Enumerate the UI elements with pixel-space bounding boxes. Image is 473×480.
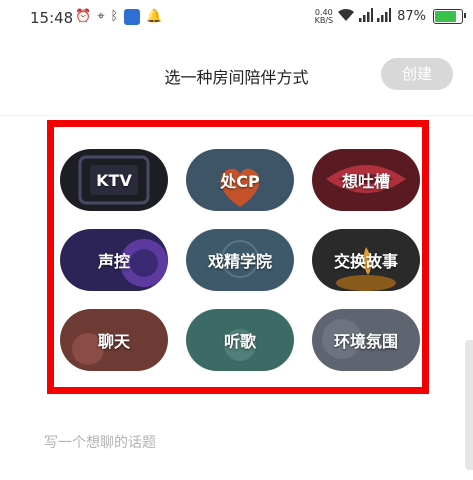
- battery-percent: 87%: [397, 9, 426, 24]
- header-divider: [0, 115, 473, 116]
- mode-label: 戏精学院: [207, 252, 272, 271]
- mode-label: 声控: [97, 252, 130, 271]
- mode-cp[interactable]: 处CP: [186, 149, 294, 211]
- mode-label: 环境氛围: [333, 332, 398, 351]
- mode-drama[interactable]: 戏精学院: [186, 229, 294, 291]
- mode-music[interactable]: 听歌: [186, 309, 294, 371]
- mode-label: KTV: [96, 170, 132, 190]
- mode-ktv[interactable]: KTV: [60, 149, 168, 211]
- status-bar: 15:48 ⏰ ⌖ ᛒ 🔔 0.40 KB/S 87%: [0, 0, 473, 34]
- mode-grid: KTV 处CP 想吐槽 声控 戏精学院 交换故事 聊天 听歌 环境氛围: [54, 127, 422, 387]
- status-icons-left: ⏰ ⌖ ᛒ 🔔: [75, 8, 163, 26]
- mode-voice[interactable]: 声控: [60, 229, 168, 291]
- bell-icon: 🔔: [146, 9, 163, 24]
- battery-level: [435, 11, 456, 22]
- topic-input[interactable]: [44, 428, 424, 458]
- location-icon: ⌖: [97, 9, 105, 24]
- status-icons-right: 0.40 KB/S 87%: [314, 7, 466, 25]
- alarm-icon: ⏰: [75, 9, 92, 24]
- create-button[interactable]: 创建: [381, 58, 453, 90]
- mode-label: 想吐槽: [341, 172, 390, 191]
- mode-label: 聊天: [97, 332, 130, 351]
- battery-icon: [433, 9, 466, 24]
- network-speed: 0.40 KB/S: [314, 7, 334, 25]
- app-notification-icon: [124, 9, 141, 25]
- mode-label: 处CP: [220, 172, 260, 191]
- signal-icon-2: [377, 8, 392, 25]
- mode-story-exchange[interactable]: 交换故事: [312, 229, 420, 291]
- bluetooth-icon: ᛒ: [110, 9, 119, 24]
- mode-chat[interactable]: 聊天: [60, 309, 168, 371]
- mode-label: 交换故事: [333, 252, 398, 271]
- mode-label: 听歌: [223, 332, 256, 351]
- edge-scroll-handle[interactable]: [465, 340, 473, 470]
- wifi-icon: [337, 8, 355, 25]
- status-time: 15:48: [30, 9, 74, 27]
- mode-ambience[interactable]: 环境氛围: [312, 309, 420, 371]
- mode-complain[interactable]: 想吐槽: [312, 149, 420, 211]
- signal-icon-1: [359, 8, 374, 25]
